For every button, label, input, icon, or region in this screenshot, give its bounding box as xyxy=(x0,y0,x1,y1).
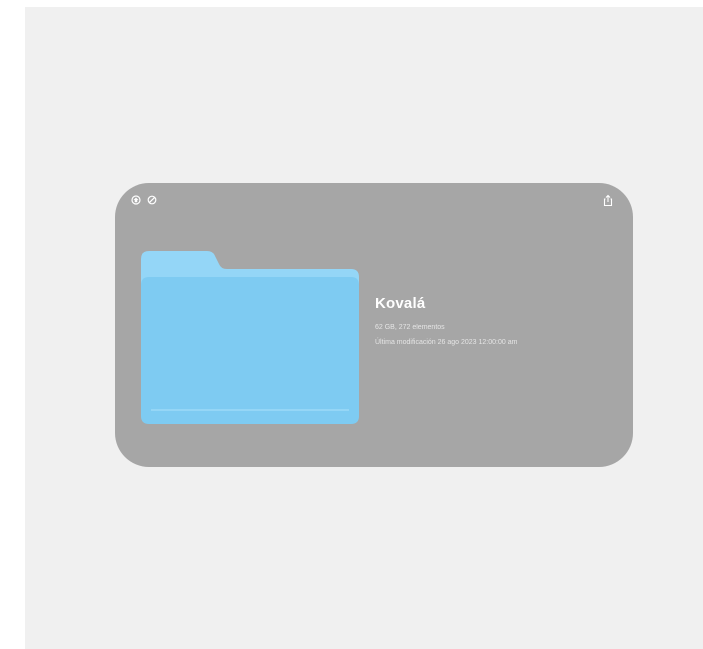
eye-icon[interactable] xyxy=(130,194,142,206)
item-summary: 62 GB, 272 elementos xyxy=(375,324,445,331)
share-icon xyxy=(602,194,614,206)
item-info: Kovalá 62 GB, 272 elementos Última modif… xyxy=(375,294,625,347)
hide-icon[interactable] xyxy=(146,194,158,206)
item-modified-date: Última modificación 26 ago 2023 12:00:00… xyxy=(375,339,518,346)
folder-icon xyxy=(141,251,359,424)
window-controls xyxy=(130,193,158,207)
share-button[interactable] xyxy=(602,193,614,207)
item-name: Kovalá xyxy=(375,295,426,312)
